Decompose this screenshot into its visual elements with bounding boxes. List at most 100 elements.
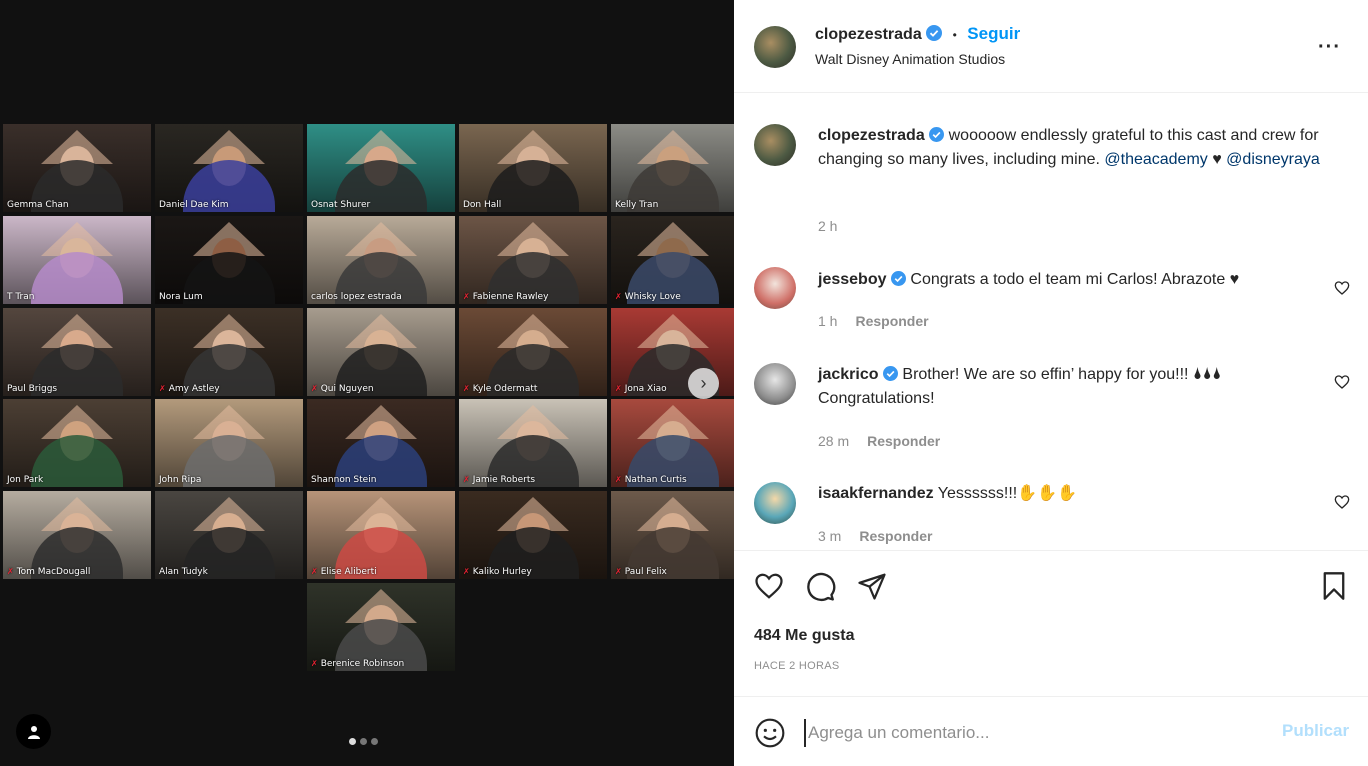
chevron-right-icon: › bbox=[700, 373, 707, 393]
participant-name: Osnat Shurer bbox=[311, 200, 370, 210]
comment-avatar-isaakfernandez[interactable] bbox=[754, 482, 796, 524]
reply-button[interactable]: Responder bbox=[855, 313, 928, 329]
participant-tile: Osnat Shurer bbox=[307, 124, 455, 212]
participant-name: ✗ Jona Xiao bbox=[615, 384, 667, 394]
post-media[interactable]: Gemma Chan Daniel Dae Kim Osnat Shurer Don … bbox=[0, 0, 734, 766]
comment-input[interactable] bbox=[804, 719, 1264, 747]
mention-disneyraya[interactable]: @disneyraya bbox=[1226, 151, 1320, 168]
participant-name-text: Whisky Love bbox=[624, 292, 681, 302]
participant-name-text: Amy Astley bbox=[168, 384, 220, 394]
likes-count[interactable]: 484 Me gusta bbox=[754, 627, 854, 645]
participant-name-text: Don Hall bbox=[463, 200, 502, 210]
tagged-users-button[interactable] bbox=[16, 714, 51, 749]
participant-name: Daniel Dae Kim bbox=[159, 200, 229, 210]
participant-name-text: Elise Aliberti bbox=[320, 567, 377, 577]
comments-section[interactable]: clopezestrada wooooow endlessly grateful… bbox=[734, 94, 1368, 550]
comment-username[interactable]: jackrico bbox=[818, 366, 878, 383]
participant-name: ✗ Jamie Roberts bbox=[463, 475, 535, 485]
participant-name-text: Paul Felix bbox=[624, 567, 667, 577]
participant-name: ✗ Qui Nguyen bbox=[311, 384, 374, 394]
like-comment-heart-icon[interactable] bbox=[1334, 374, 1350, 390]
participant-name: ✗ Nathan Curtis bbox=[615, 475, 687, 485]
participant-name-text: Alan Tudyk bbox=[159, 567, 208, 577]
like-heart-icon[interactable] bbox=[753, 571, 785, 601]
participant-name: ✗ Elise Aliberti bbox=[311, 567, 377, 577]
participant-name: Paul Briggs bbox=[7, 384, 57, 394]
like-comment-heart-icon[interactable] bbox=[1334, 280, 1350, 296]
post-side-panel: clopezestrada • Seguir Walt Disney Anima… bbox=[734, 0, 1368, 766]
comment-avatar-jackrico[interactable] bbox=[754, 363, 796, 405]
emoji-smiley-icon[interactable] bbox=[754, 717, 786, 749]
comment-time[interactable]: 3 m bbox=[818, 528, 841, 544]
mic-muted-icon: ✗ bbox=[615, 292, 622, 301]
follow-button[interactable]: Seguir bbox=[967, 24, 1020, 43]
comment-time[interactable]: 28 m bbox=[818, 433, 849, 449]
save-bookmark-icon[interactable] bbox=[1320, 571, 1348, 601]
participant-tile: Jon Park bbox=[3, 399, 151, 487]
participant-tile: Shannon Stein bbox=[307, 399, 455, 487]
post-timestamp: HACE 2 HORAS bbox=[754, 660, 840, 672]
author-username[interactable]: clopezestrada bbox=[815, 26, 922, 43]
participant-name: Shannon Stein bbox=[311, 475, 376, 485]
participant-tile: ✗ Paul Felix bbox=[611, 491, 734, 579]
participant-name-text: John Ripa bbox=[159, 475, 202, 485]
participant-name-text: Fabienne Rawley bbox=[472, 292, 549, 302]
comment-meta: 3 m Responder bbox=[818, 528, 932, 544]
user-icon bbox=[27, 725, 40, 739]
participant-tile: T Tran bbox=[3, 216, 151, 304]
heart-emoji: ♥ bbox=[1207, 151, 1227, 168]
participant-tile: Alan Tudyk bbox=[155, 491, 303, 579]
caption-time[interactable]: 2 h bbox=[818, 218, 837, 234]
mic-muted-icon: ✗ bbox=[463, 292, 470, 301]
mic-muted-icon: ✗ bbox=[615, 475, 622, 484]
participant-name-text: Jamie Roberts bbox=[472, 475, 536, 485]
participant-tile: Kelly Tran bbox=[611, 124, 734, 212]
comment-text: jackrico Brother! We are so effin’ happy… bbox=[818, 363, 1338, 411]
caption-username[interactable]: clopezestrada bbox=[818, 127, 925, 144]
participant-name-text: Tom MacDougall bbox=[16, 567, 91, 577]
participant-tile: Daniel Dae Kim bbox=[155, 124, 303, 212]
participant-name-text: Berenice Robinson bbox=[320, 659, 405, 669]
comment-meta: 1 h Responder bbox=[818, 313, 929, 329]
comment-username[interactable]: jesseboy bbox=[818, 271, 886, 288]
participant-name: ✗ Berenice Robinson bbox=[311, 659, 404, 669]
carousel-indicator bbox=[349, 738, 378, 745]
comment-body: Yessssss!!!✋✋✋ bbox=[937, 485, 1077, 502]
participant-name: ✗ Kyle Odermatt bbox=[463, 384, 537, 394]
participant-name: Jon Park bbox=[7, 475, 43, 485]
author-line: clopezestrada • Seguir bbox=[815, 24, 1020, 44]
carousel-dot bbox=[360, 738, 367, 745]
participant-name-text: Gemma Chan bbox=[7, 200, 69, 210]
comment-username[interactable]: isaakfernandez bbox=[818, 485, 934, 502]
participant-name: Gemma Chan bbox=[7, 200, 69, 210]
participant-tile: ✗ Tom MacDougall bbox=[3, 491, 151, 579]
next-slide-button[interactable]: › bbox=[688, 368, 719, 399]
participant-tile: ✗ Whisky Love bbox=[611, 216, 734, 304]
comment-time[interactable]: 1 h bbox=[818, 313, 837, 329]
mic-muted-icon: ✗ bbox=[463, 567, 470, 576]
reply-button[interactable]: Responder bbox=[859, 528, 932, 544]
verified-badge-icon bbox=[926, 25, 943, 41]
participant-name: John Ripa bbox=[159, 475, 201, 485]
more-options-icon[interactable]: ··· bbox=[1318, 36, 1341, 59]
publish-button[interactable]: Publicar bbox=[1282, 721, 1349, 741]
share-paper-plane-icon[interactable] bbox=[857, 571, 887, 601]
participant-name-text: Paul Briggs bbox=[7, 384, 58, 394]
participant-name: ✗ Tom MacDougall bbox=[7, 567, 90, 577]
post-location[interactable]: Walt Disney Animation Studios bbox=[815, 51, 1005, 67]
mic-muted-icon: ✗ bbox=[615, 567, 622, 576]
caption-avatar[interactable] bbox=[754, 124, 796, 166]
participant-name: T Tran bbox=[7, 292, 34, 302]
comment-avatar-jesseboy[interactable] bbox=[754, 267, 796, 309]
participant-tile: ✗ Elise Aliberti bbox=[307, 491, 455, 579]
mention-theacademy[interactable]: @theacademy bbox=[1104, 151, 1207, 168]
participant-name-text: Jon Park bbox=[7, 475, 44, 485]
participant-tile: ✗ Berenice Robinson bbox=[307, 583, 455, 671]
reply-button[interactable]: Responder bbox=[867, 433, 940, 449]
carousel-dot bbox=[349, 738, 356, 745]
comment-bubble-icon[interactable] bbox=[805, 571, 836, 602]
participant-name: Kelly Tran bbox=[615, 200, 658, 210]
carousel-dot bbox=[371, 738, 378, 745]
like-comment-heart-icon[interactable] bbox=[1334, 494, 1350, 510]
author-avatar[interactable] bbox=[754, 26, 796, 68]
